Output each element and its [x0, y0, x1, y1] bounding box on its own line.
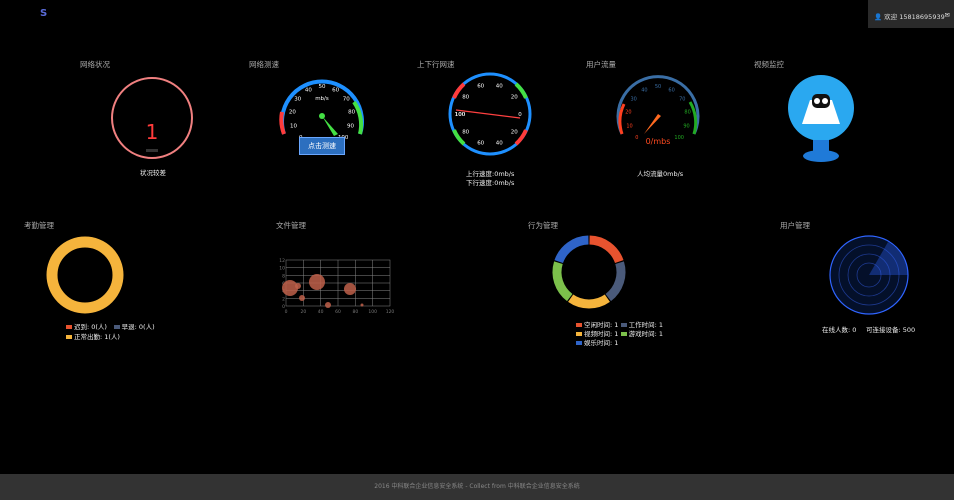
behavior-slice[interactable] [568, 294, 610, 309]
updown-tick: 20 [511, 94, 518, 100]
attendance-title: 考勤管理 [24, 221, 54, 230]
file-y-tick: 8 [282, 273, 285, 279]
user-traffic-unit: 0/mbs [646, 137, 671, 146]
behavior-slice[interactable] [605, 261, 626, 302]
traffic-tick: 90 [683, 123, 689, 129]
download-speed: 下行速度:0mb/s [466, 179, 515, 187]
online-count: 在线人数: 0 [822, 326, 857, 334]
traffic-tick: 60 [668, 87, 674, 93]
user-box[interactable]: 👤 欢迎 15818695939 ✉ [868, 0, 954, 28]
footer: 2016 中科联合企业信息安全系统 - Collect from 中科联合企业信… [0, 474, 954, 500]
traffic-tick: 50 [655, 84, 661, 90]
user-welcome-text: 欢迎 15818695939 [884, 13, 945, 21]
attendance-donut[interactable] [42, 234, 128, 316]
file-scatter-chart: 121086420 020406080100120 [279, 258, 394, 315]
file-x-tick: 0 [285, 309, 288, 315]
speed-tick: 90 [347, 123, 354, 129]
user-traffic-caption: 人均流量0mb/s [637, 170, 684, 178]
traffic-tick: 20 [625, 109, 631, 115]
legend-normal[interactable]: 正常出勤: 1(人) [66, 333, 120, 341]
file-x-tick: 60 [335, 309, 341, 315]
behavior-legend: 空闲时间: 1 工作时间: 1 视频时间: 1 游戏时间: 1 娱乐时间: 1 [576, 321, 686, 348]
legend-work[interactable]: 工作时间: 1 [620, 321, 663, 329]
file-x-tick: 120 [386, 309, 394, 315]
file-x-tick: 100 [368, 309, 377, 315]
updown-tick: 80 [462, 130, 469, 136]
user-welcome[interactable]: 👤 欢迎 15818695939 [874, 11, 945, 21]
behavior-donut[interactable] [547, 230, 631, 314]
file-x-tick: 20 [300, 309, 306, 315]
network-status-gauge: 1 [111, 77, 193, 159]
traffic-tick: 10 [626, 123, 632, 129]
file-mgmt-title: 文件管理 [276, 221, 306, 230]
traffic-tick: 100 [674, 135, 684, 141]
speed-tick: 70 [343, 96, 350, 102]
network-status-caption: 状况较差 [140, 169, 166, 177]
updown-speed-gauge: 1008060 4020020406080100 [448, 72, 532, 156]
network-speed-title: 网络测速 [249, 60, 279, 69]
speed-tick: 80 [348, 109, 355, 115]
speed-tick: 10 [290, 123, 297, 129]
video-monitor-title: 视频监控 [754, 60, 784, 69]
device-count: 可连接设备: 500 [866, 326, 916, 334]
traffic-tick: 0 [635, 135, 638, 141]
file-x-tick: 80 [352, 309, 358, 315]
speed-tick: 50 [319, 84, 326, 90]
behavior-slice[interactable] [552, 261, 573, 302]
attendance-legend: 迟到: 0(人) 早退: 0(人) 正常出勤: 1(人) [66, 321, 176, 341]
file-y-tick: 10 [279, 266, 285, 272]
updown-tick: 40 [496, 84, 503, 90]
top-bar [0, 0, 954, 28]
network-speed-unit: mb/s [315, 96, 329, 102]
speed-tick: 60 [332, 87, 339, 93]
legend-game[interactable]: 游戏时间: 1 [620, 330, 663, 338]
behavior-slice[interactable] [589, 235, 624, 264]
legend-entertainment[interactable]: 娱乐时间: 1 [576, 339, 618, 347]
app-logo[interactable]: S [40, 8, 47, 19]
behavior-slice[interactable] [554, 235, 589, 264]
traffic-tick: 70 [679, 96, 685, 102]
speed-tick: 40 [305, 87, 312, 93]
mail-icon[interactable]: ✉ [945, 11, 950, 19]
updown-tick: 40 [496, 141, 503, 147]
file-y-tick: 2 [282, 296, 285, 302]
user-mgmt-title: 用户管理 [780, 221, 810, 230]
updown-tick: 20 [511, 130, 518, 136]
traffic-tick: 40 [641, 87, 647, 93]
traffic-tick: 80 [684, 109, 690, 115]
file-y-tick: 12 [279, 258, 285, 264]
updown-tick: 80 [462, 94, 469, 100]
updown-tick: 60 [477, 141, 484, 147]
user-traffic-title: 用户流量 [586, 60, 616, 69]
traffic-tick: 30 [631, 96, 637, 102]
legend-idle[interactable]: 空闲时间: 1 [576, 321, 618, 329]
updown-tick: 100 [455, 112, 466, 118]
updown-tick: 0 [518, 112, 522, 118]
network-status-title: 网络状况 [80, 60, 110, 69]
file-x-tick: 40 [318, 309, 324, 315]
updown-tick: 60 [477, 84, 484, 90]
speed-test-button[interactable]: 点击测速 [299, 137, 345, 155]
legend-early[interactable]: 早退: 0(人) [113, 323, 155, 331]
legend-late[interactable]: 迟到: 0(人) [66, 323, 107, 331]
updown-speed-title: 上下行网速 [417, 60, 455, 69]
user-traffic-gauge: 010 20 30 40 50 60 70 80 90 100 0/mbs [616, 75, 700, 146]
camera-robot-icon[interactable] [786, 74, 856, 162]
speed-tick: 30 [294, 96, 301, 102]
speed-tick: 20 [289, 109, 296, 115]
legend-video[interactable]: 视频时间: 1 [576, 330, 618, 338]
user-radar [829, 235, 909, 315]
network-status-value: 1 [146, 120, 159, 144]
